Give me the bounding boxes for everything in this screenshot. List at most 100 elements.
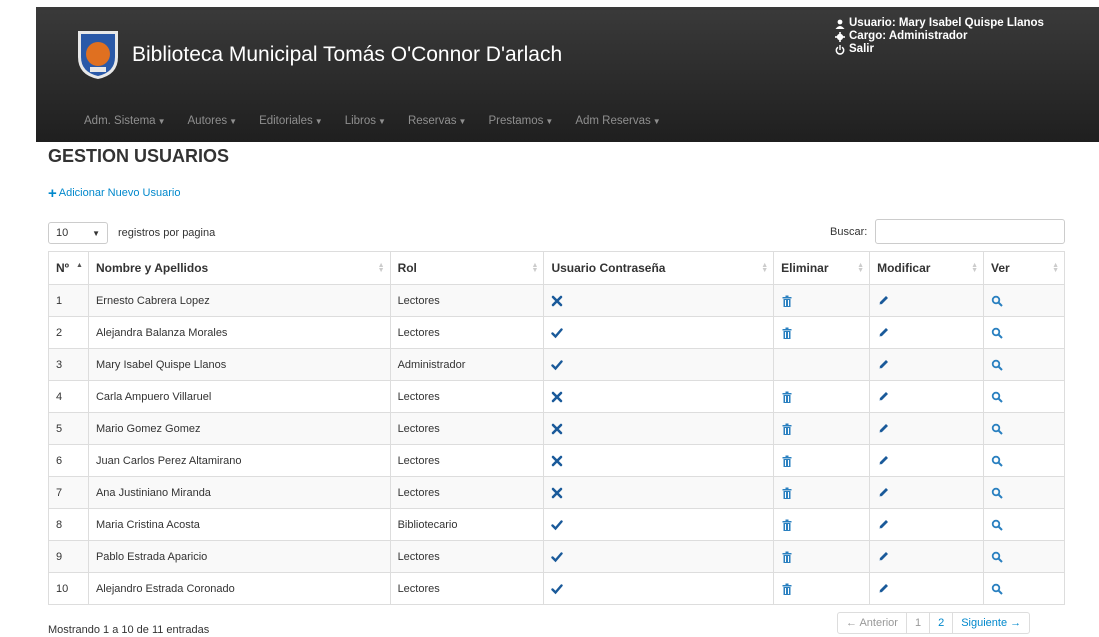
cell-rol: Lectores bbox=[389, 540, 545, 573]
search-icon[interactable] bbox=[991, 550, 1003, 563]
cell-credentials bbox=[543, 508, 775, 541]
cell-number: 6 bbox=[48, 444, 89, 477]
select-caret-icon: ▼ bbox=[92, 228, 100, 238]
next-page-button[interactable]: Siguiente → bbox=[952, 613, 1029, 633]
trash-icon[interactable] bbox=[781, 486, 793, 499]
trash-icon[interactable] bbox=[781, 422, 793, 435]
menu-adm-reservas[interactable]: Adm Reservas ▼ bbox=[575, 115, 660, 127]
pencil-icon[interactable] bbox=[877, 422, 889, 434]
trash-icon[interactable] bbox=[781, 326, 793, 339]
col-header-rol[interactable]: Rol ▲ ▼ bbox=[389, 251, 545, 285]
caret-down-icon: ▼ bbox=[545, 117, 554, 126]
trash-icon[interactable] bbox=[781, 454, 793, 467]
cell-credentials bbox=[543, 316, 775, 349]
menu-prestamos[interactable]: Prestamos ▼ bbox=[488, 115, 553, 127]
cell-view bbox=[983, 476, 1065, 509]
page-length-label: registros por pagina bbox=[118, 227, 216, 239]
check-icon bbox=[551, 582, 564, 594]
caret-down-icon: ▼ bbox=[157, 117, 166, 126]
pencil-icon[interactable] bbox=[877, 358, 889, 370]
cell-name: Ana Justiniano Miranda bbox=[87, 476, 391, 509]
cross-icon bbox=[551, 294, 563, 306]
gear-icon bbox=[835, 31, 845, 42]
trash-icon[interactable] bbox=[781, 390, 793, 403]
page-1-button[interactable]: 1 bbox=[905, 613, 929, 633]
search-icon[interactable] bbox=[991, 358, 1003, 371]
pencil-icon[interactable] bbox=[877, 550, 889, 562]
col-header-number[interactable]: Nº ▲ bbox=[48, 251, 89, 285]
cell-view bbox=[983, 540, 1065, 573]
table-row: 1 Ernesto Cabrera Lopez Lectores bbox=[48, 284, 1065, 317]
col-header-modify[interactable]: Modificar ▲ ▼ bbox=[869, 251, 985, 285]
cell-modify bbox=[869, 380, 985, 413]
pencil-icon[interactable] bbox=[877, 390, 889, 402]
cell-delete bbox=[773, 476, 871, 509]
cell-delete bbox=[773, 444, 871, 477]
main-menu: Adm. Sistema ▼ Autores ▼ Editoriales ▼ Libr… bbox=[84, 115, 683, 127]
cell-name: Alejandro Estrada Coronado bbox=[87, 572, 391, 605]
search-icon[interactable] bbox=[991, 486, 1003, 499]
pencil-icon[interactable] bbox=[877, 486, 889, 498]
col-header-view[interactable]: Ver ▲ ▼ bbox=[983, 251, 1065, 285]
col-header-credentials[interactable]: Usuario Contraseña ▲ ▼ bbox=[543, 251, 775, 285]
page-length-select[interactable]: 10 ▼ bbox=[48, 222, 108, 244]
trash-icon[interactable] bbox=[781, 550, 793, 563]
pencil-icon[interactable] bbox=[877, 294, 889, 306]
search-icon[interactable] bbox=[991, 518, 1003, 531]
cell-name: Ernesto Cabrera Lopez bbox=[87, 284, 391, 317]
table-row: 5 Mario Gomez Gomez Lectores bbox=[48, 412, 1065, 445]
cell-name: Pablo Estrada Aparicio bbox=[87, 540, 391, 573]
table-row: 7 Ana Justiniano Miranda Lectores bbox=[48, 476, 1065, 509]
pencil-icon[interactable] bbox=[877, 454, 889, 466]
menu-editoriales[interactable]: Editoriales ▼ bbox=[259, 115, 323, 127]
col-header-delete[interactable]: Eliminar ▲ ▼ bbox=[773, 251, 871, 285]
caret-down-icon: ▼ bbox=[652, 117, 661, 126]
cell-name: Maria Cristina Acosta bbox=[87, 508, 391, 541]
table-row: 6 Juan Carlos Perez Altamirano Lectores bbox=[48, 444, 1065, 477]
page-length-value: 10 bbox=[56, 227, 69, 239]
pencil-icon[interactable] bbox=[877, 326, 889, 338]
user-name-label: Usuario: Mary Isabel Quispe Llanos bbox=[849, 17, 1044, 29]
cell-view bbox=[983, 284, 1065, 317]
cell-name: Carla Ampuero Villaruel bbox=[87, 380, 391, 413]
sort-icon: ▲ ▼ bbox=[761, 262, 769, 274]
cell-number: 3 bbox=[48, 348, 89, 381]
search-icon[interactable] bbox=[991, 326, 1003, 339]
menu-adm-sistema[interactable]: Adm. Sistema ▼ bbox=[84, 115, 166, 127]
menu-reservas[interactable]: Reservas ▼ bbox=[408, 115, 467, 127]
trash-icon[interactable] bbox=[781, 294, 793, 307]
prev-page-button[interactable]: ← Anterior bbox=[838, 613, 906, 633]
menu-autores[interactable]: Autores ▼ bbox=[188, 115, 238, 127]
col-header-name[interactable]: Nombre y Apellidos ▲ ▼ bbox=[87, 251, 391, 285]
cell-name: Juan Carlos Perez Altamirano bbox=[87, 444, 391, 477]
cell-delete bbox=[773, 572, 871, 605]
add-user-link[interactable]: + Adicionar Nuevo Usuario bbox=[48, 186, 181, 201]
pencil-icon[interactable] bbox=[877, 582, 889, 594]
search-icon[interactable] bbox=[991, 454, 1003, 467]
cell-modify bbox=[869, 540, 985, 573]
trash-icon[interactable] bbox=[781, 582, 793, 595]
page-2-button[interactable]: 2 bbox=[929, 613, 952, 633]
cell-delete bbox=[773, 316, 871, 349]
cell-view bbox=[983, 380, 1065, 413]
user-row: Usuario: Mary Isabel Quispe Llanos bbox=[835, 17, 1044, 30]
cell-view bbox=[983, 348, 1065, 381]
logout-label[interactable]: Salir bbox=[849, 43, 874, 56]
pencil-icon[interactable] bbox=[877, 518, 889, 530]
sort-icon: ▲ ▼ bbox=[857, 262, 865, 274]
cell-rol: Bibliotecario bbox=[389, 508, 545, 541]
caret-down-icon: ▼ bbox=[314, 117, 323, 126]
cross-icon bbox=[551, 486, 563, 498]
cell-name: Alejandra Balanza Morales bbox=[87, 316, 391, 349]
add-user-label[interactable]: Adicionar Nuevo Usuario bbox=[59, 187, 181, 199]
search-input[interactable] bbox=[875, 219, 1065, 244]
search-icon[interactable] bbox=[991, 390, 1003, 403]
search-icon[interactable] bbox=[991, 294, 1003, 307]
app-title[interactable]: Biblioteca Municipal Tomás O'Connor D'ar… bbox=[132, 43, 562, 67]
logout-link[interactable]: Salir bbox=[835, 43, 1044, 56]
menu-libros[interactable]: Libros ▼ bbox=[345, 115, 386, 127]
search-icon[interactable] bbox=[991, 422, 1003, 435]
trash-icon[interactable] bbox=[781, 518, 793, 531]
search-icon[interactable] bbox=[991, 582, 1003, 595]
cell-rol: Lectores bbox=[389, 412, 545, 445]
